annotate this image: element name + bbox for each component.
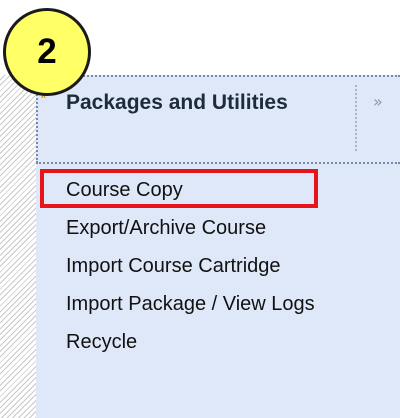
header-bottom-border xyxy=(36,162,400,164)
double-chevron-right-icon[interactable]: » xyxy=(373,92,393,112)
menu-item-import-course-cartridge[interactable]: Import Course Cartridge xyxy=(66,253,386,279)
hatched-margin xyxy=(0,75,36,418)
menu-item-export-archive-course[interactable]: Export/Archive Course xyxy=(66,215,386,241)
menu-item-recycle[interactable]: Recycle xyxy=(66,329,386,355)
menu-item-import-package-view-logs[interactable]: Import Package / View Logs xyxy=(66,291,386,317)
panel-top-border xyxy=(36,75,400,77)
step-number-badge: 2 xyxy=(3,8,91,96)
header-divider xyxy=(355,85,357,151)
highlight-box-course-copy xyxy=(40,169,318,208)
section-title[interactable]: Packages and Utilities xyxy=(66,89,346,117)
